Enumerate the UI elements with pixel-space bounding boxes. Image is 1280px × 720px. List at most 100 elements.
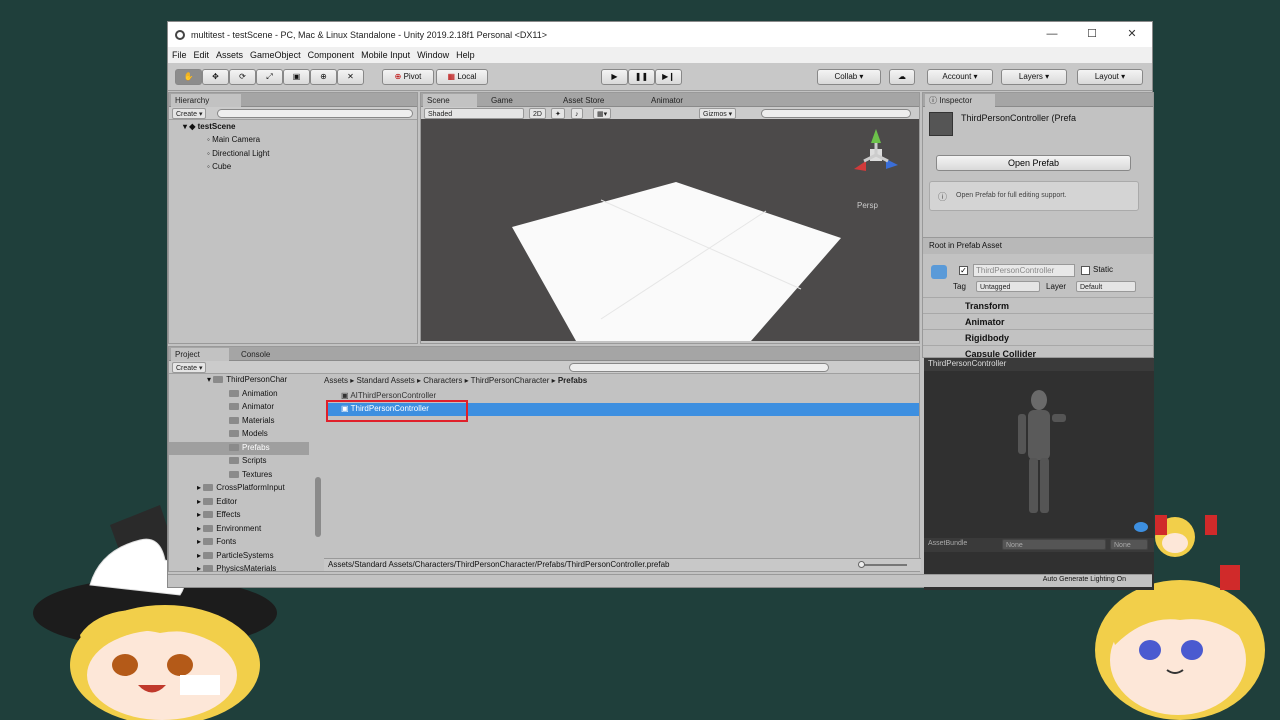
hierarchy-search-input[interactable]: [217, 109, 413, 118]
tab-scene[interactable]: Scene: [423, 94, 477, 107]
active-checkbox[interactable]: ✓: [959, 266, 968, 275]
shading-mode-dropdown[interactable]: Shaded: [424, 108, 524, 119]
gizmos-dropdown[interactable]: Gizmos ▾: [699, 108, 737, 119]
move-tool-button[interactable]: ✥: [202, 69, 229, 85]
menu-window[interactable]: Window: [417, 50, 449, 60]
tab-console[interactable]: Console: [237, 348, 297, 361]
static-label: Static: [1093, 265, 1114, 274]
component-transform[interactable]: Transform: [923, 297, 1153, 313]
hierarchy-item-cube[interactable]: ◦ Cube: [207, 162, 231, 171]
rotate-tool-button[interactable]: ⟳: [229, 69, 256, 85]
tab-inspector[interactable]: ⓘ Inspector: [925, 94, 995, 107]
hierarchy-item-directional-light[interactable]: ◦ Directional Light: [207, 149, 269, 158]
preview-panel: ThirdPersonController AssetBundle None N…: [924, 358, 1154, 590]
menu-gameobject[interactable]: GameObject: [250, 50, 301, 60]
hierarchy-item-main-camera[interactable]: ◦ Main Camera: [207, 135, 260, 144]
tree-item-prefabs[interactable]: Prefabs: [169, 442, 309, 455]
lighting-toggle-icon[interactable]: ✦: [551, 108, 565, 119]
component-label: Transform: [965, 301, 1010, 311]
tree-item-crossplatforminput[interactable]: ▸ CrossPlatformInput: [197, 483, 285, 492]
2d-toggle[interactable]: 2D: [529, 108, 546, 119]
tree-item-particlesystems[interactable]: ▸ ParticleSystems: [197, 551, 274, 560]
tag-dropdown[interactable]: Untagged: [976, 281, 1040, 292]
tree-item-scripts[interactable]: Scripts: [229, 456, 266, 465]
scene-root-item[interactable]: ▾ ◆ testScene: [183, 122, 235, 131]
maximize-button[interactable]: ☐: [1072, 22, 1112, 47]
static-checkbox[interactable]: [1081, 266, 1090, 275]
tree-item-editor[interactable]: ▸ Editor: [197, 497, 237, 506]
tree-label: Effects: [216, 510, 241, 519]
component-rigidbody[interactable]: Rigidbody: [923, 329, 1153, 345]
tree-item-models[interactable]: Models: [229, 429, 268, 438]
menu-edit[interactable]: Edit: [194, 50, 210, 60]
tree-item-textures[interactable]: Textures: [229, 470, 272, 479]
audio-toggle-icon[interactable]: ♪: [571, 108, 583, 119]
preview-toggle-icon[interactable]: [1134, 522, 1148, 532]
hierarchy-create-button[interactable]: Create ▾: [172, 108, 207, 119]
menu-file[interactable]: File: [172, 50, 187, 60]
layer-dropdown[interactable]: Default: [1076, 281, 1136, 292]
close-button[interactable]: ✕: [1112, 22, 1152, 47]
assetbundle-dropdown[interactable]: None: [1002, 539, 1106, 550]
tree-label: Environment: [216, 524, 262, 533]
tree-item-physicsmaterials[interactable]: ▸ PhysicsMaterials: [197, 564, 276, 573]
step-button[interactable]: ▶❙: [655, 69, 682, 85]
tab-hierarchy[interactable]: Hierarchy: [171, 94, 241, 107]
scene-viewport[interactable]: Persp: [421, 119, 919, 341]
scale-tool-button[interactable]: ⤢: [256, 69, 283, 85]
open-prefab-button[interactable]: Open Prefab: [936, 155, 1131, 171]
pivot-toggle[interactable]: ⊕ Pivot: [382, 69, 434, 85]
layout-dropdown[interactable]: Layout ▾: [1077, 69, 1143, 85]
custom-tool-button[interactable]: ✕: [337, 69, 364, 85]
scene-name: testScene: [197, 122, 236, 131]
minimize-button[interactable]: —: [1032, 22, 1072, 47]
breadcrumb-prefabs[interactable]: Prefabs: [558, 376, 587, 385]
tree-item-fonts[interactable]: ▸ Fonts: [197, 537, 236, 546]
transform-tool-button[interactable]: ⊕: [310, 69, 337, 85]
breadcrumb-standard-assets[interactable]: Standard Assets: [356, 376, 414, 385]
component-animator[interactable]: Animator: [923, 313, 1153, 329]
component-label: Rigidbody: [965, 333, 1009, 343]
hand-tool-button[interactable]: ✋: [175, 69, 202, 85]
tab-animator[interactable]: Animator: [647, 94, 717, 107]
project-create-button[interactable]: Create ▾: [172, 362, 207, 373]
play-button[interactable]: ▶: [601, 69, 628, 85]
tab-game[interactable]: Game: [487, 94, 541, 107]
rect-tool-button[interactable]: ▣: [283, 69, 310, 85]
menu-assets[interactable]: Assets: [216, 50, 243, 60]
menu-help[interactable]: Help: [456, 50, 475, 60]
project-search-input[interactable]: [569, 363, 829, 372]
collab-dropdown[interactable]: Collab ▾: [817, 69, 881, 85]
tree-item-materials[interactable]: Materials: [229, 416, 274, 425]
assetbundle-variant-dropdown[interactable]: None: [1110, 539, 1148, 550]
tree-item-animation[interactable]: Animation: [229, 389, 278, 398]
breadcrumb-thirdpersoncharacter[interactable]: ThirdPersonCharacter: [471, 376, 550, 385]
effects-dropdown[interactable]: ▦▾: [593, 108, 612, 119]
tab-project[interactable]: Project: [171, 348, 229, 361]
tree-item-thirdpersoncharacter[interactable]: ▾ ThirdPersonChar: [207, 375, 287, 384]
tab-asset-store[interactable]: Asset Store: [559, 94, 639, 107]
breadcrumb-characters[interactable]: Characters: [423, 376, 462, 385]
scene-search-input[interactable]: [761, 109, 911, 118]
zoom-slider[interactable]: [858, 561, 907, 568]
local-toggle[interactable]: ▦ Local: [436, 69, 488, 85]
tree-scrollbar[interactable]: [315, 477, 321, 537]
tree-label: CrossPlatformInput: [216, 483, 285, 492]
inspector-object-name: ThirdPersonController (Prefa: [961, 113, 1077, 123]
tree-item-environment[interactable]: ▸ Environment: [197, 524, 261, 533]
breadcrumb-assets[interactable]: Assets: [324, 376, 348, 385]
unity-window: multitest - testScene - PC, Mac & Linux …: [167, 21, 1154, 590]
file-aithirdpersoncontroller[interactable]: ▣ AIThirdPersonController: [341, 391, 436, 400]
component-capsule-collider[interactable]: Capsule Collider: [923, 345, 1153, 357]
menu-mobile-input[interactable]: Mobile Input: [361, 50, 410, 60]
tree-item-animator[interactable]: Animator: [229, 402, 274, 411]
cloud-icon[interactable]: ☁: [889, 69, 915, 85]
tree-item-effects[interactable]: ▸ Effects: [197, 510, 241, 519]
account-dropdown[interactable]: Account ▾: [927, 69, 993, 85]
menu-component[interactable]: Component: [308, 50, 355, 60]
name-field[interactable]: ThirdPersonController: [973, 264, 1075, 277]
tree-label: ThirdPersonChar: [226, 375, 288, 384]
path-bar: Assets/Standard Assets/Characters/ThirdP…: [324, 558, 921, 571]
layers-dropdown[interactable]: Layers ▾: [1001, 69, 1067, 85]
pause-button[interactable]: ❚❚: [628, 69, 655, 85]
